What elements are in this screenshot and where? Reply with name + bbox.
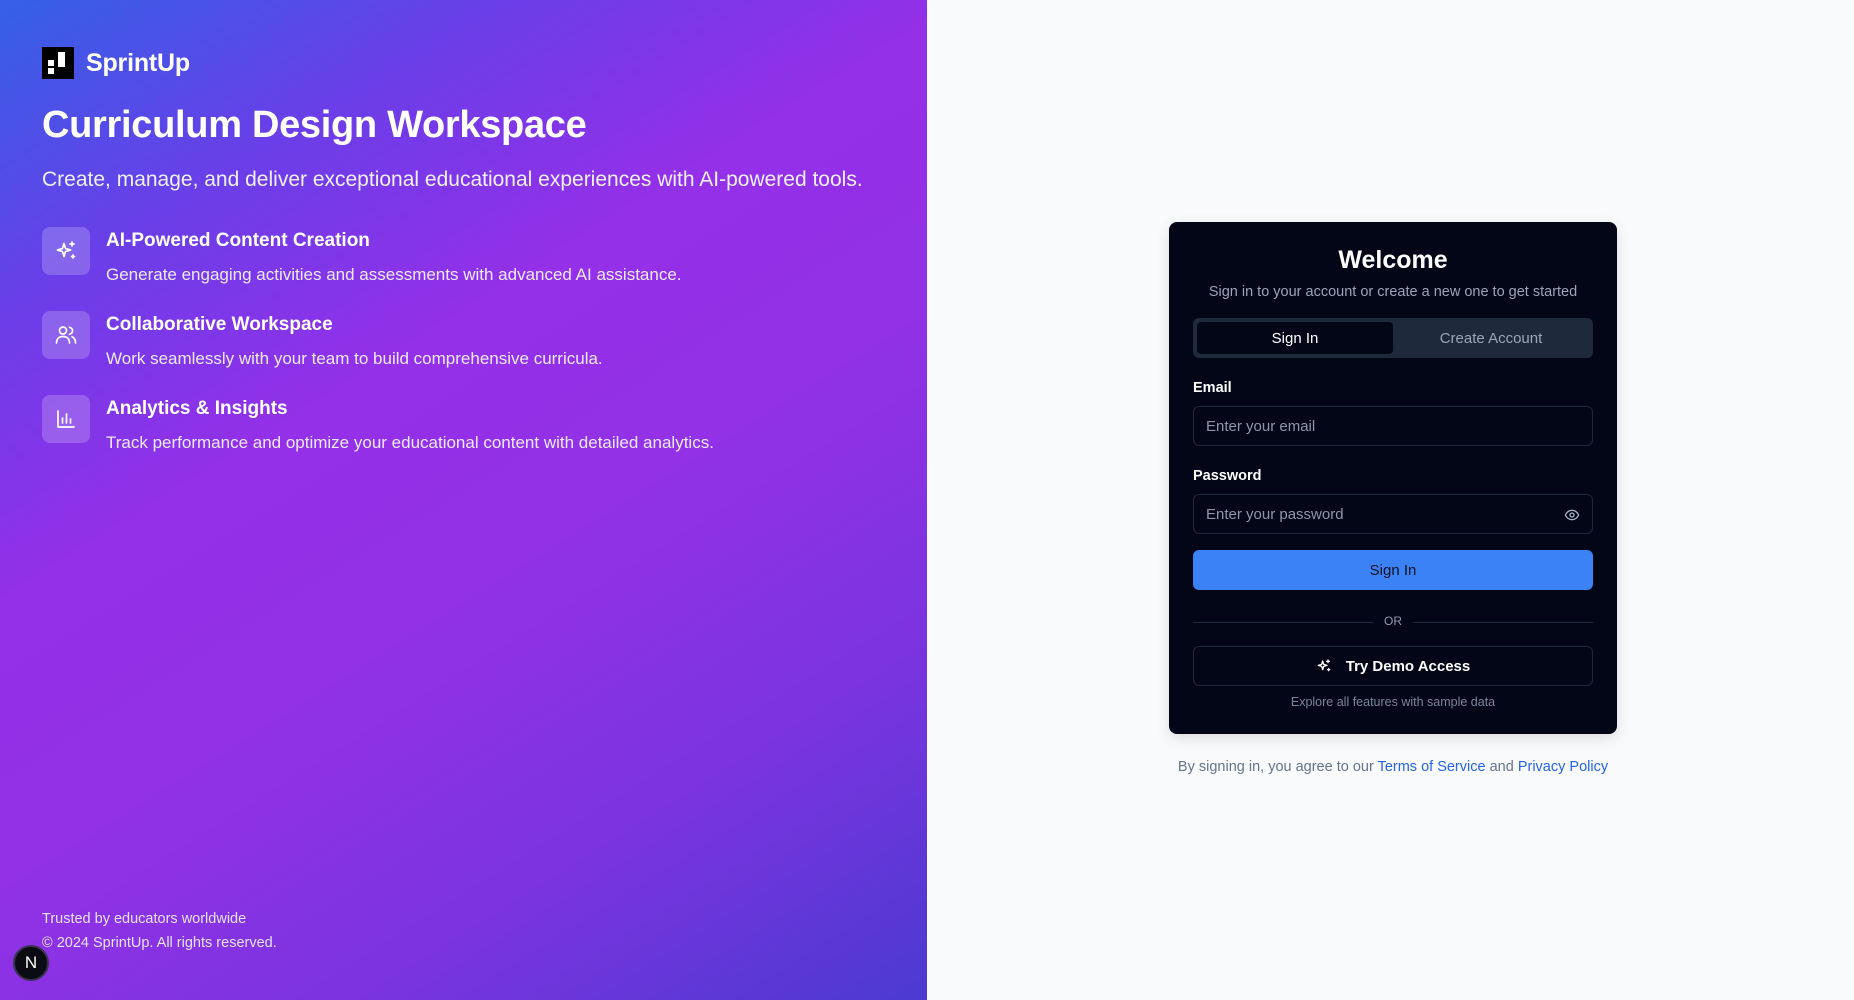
try-demo-button[interactable]: Try Demo Access [1193, 646, 1593, 686]
feature-description: Track performance and optimize your educ… [106, 433, 714, 452]
sparkles-icon [1317, 659, 1331, 672]
tab-sign-in[interactable]: Sign In [1197, 322, 1393, 354]
feature-analytics: Analytics & Insights Track performance a… [42, 395, 714, 453]
terms-notice: By signing in, you agree to our Terms of… [1169, 759, 1617, 775]
or-divider-label: OR [1373, 614, 1413, 628]
email-field-wrapper [1193, 406, 1593, 446]
tab-create-account[interactable]: Create Account [1393, 322, 1589, 354]
feature-description: Work seamlessly with your team to build … [106, 349, 603, 368]
sparkles-icon [42, 227, 90, 275]
hero-panel: SprintUp Curriculum Design Workspace Cre… [0, 0, 927, 1000]
feature-description: Generate engaging activities and assessm… [106, 265, 682, 284]
auth-title: Welcome [1338, 246, 1448, 274]
hero-title: Curriculum Design Workspace [42, 104, 587, 146]
brand-name: SprintUp [86, 48, 190, 77]
sign-in-button[interactable]: Sign In [1193, 550, 1593, 590]
eye-icon[interactable] [1564, 507, 1580, 523]
feature-title: AI-Powered Content Creation [106, 230, 370, 251]
try-demo-label: Try Demo Access [1345, 657, 1471, 675]
feature-ai-content: AI-Powered Content Creation Generate eng… [42, 227, 682, 285]
users-icon [42, 311, 90, 359]
terms-of-service-link[interactable]: Terms of Service [1378, 759, 1486, 775]
feature-title: Collaborative Workspace [106, 314, 333, 335]
email-field[interactable] [1194, 407, 1592, 445]
bar-chart-icon [42, 395, 90, 443]
email-label: Email [1193, 380, 1232, 396]
hero-subtitle: Create, manage, and deliver exceptional … [42, 168, 863, 191]
dev-tools-badge[interactable]: N [13, 945, 49, 981]
terms-prefix: By signing in, you agree to our [1177, 759, 1374, 775]
trusted-text: Trusted by educators worldwide [42, 911, 247, 927]
password-field[interactable] [1194, 495, 1592, 533]
auth-card: Welcome Sign in to your account or creat… [1169, 222, 1617, 734]
demo-hint: Explore all features with sample data [1290, 695, 1496, 709]
password-field-wrapper [1193, 494, 1593, 534]
copyright-text: © 2024 SprintUp. All rights reserved. [42, 935, 277, 951]
password-label: Password [1193, 468, 1262, 484]
auth-subtitle: Sign in to your account or create a new … [1208, 284, 1578, 300]
privacy-policy-link[interactable]: Privacy Policy [1518, 759, 1608, 775]
terms-conjunction: and [1489, 759, 1514, 775]
auth-tabs: Sign In Create Account [1193, 318, 1593, 358]
feature-title: Analytics & Insights [106, 398, 288, 419]
logo-icon [42, 47, 74, 79]
brand: SprintUp [42, 47, 190, 79]
feature-collaborative: Collaborative Workspace Work seamlessly … [42, 311, 603, 369]
